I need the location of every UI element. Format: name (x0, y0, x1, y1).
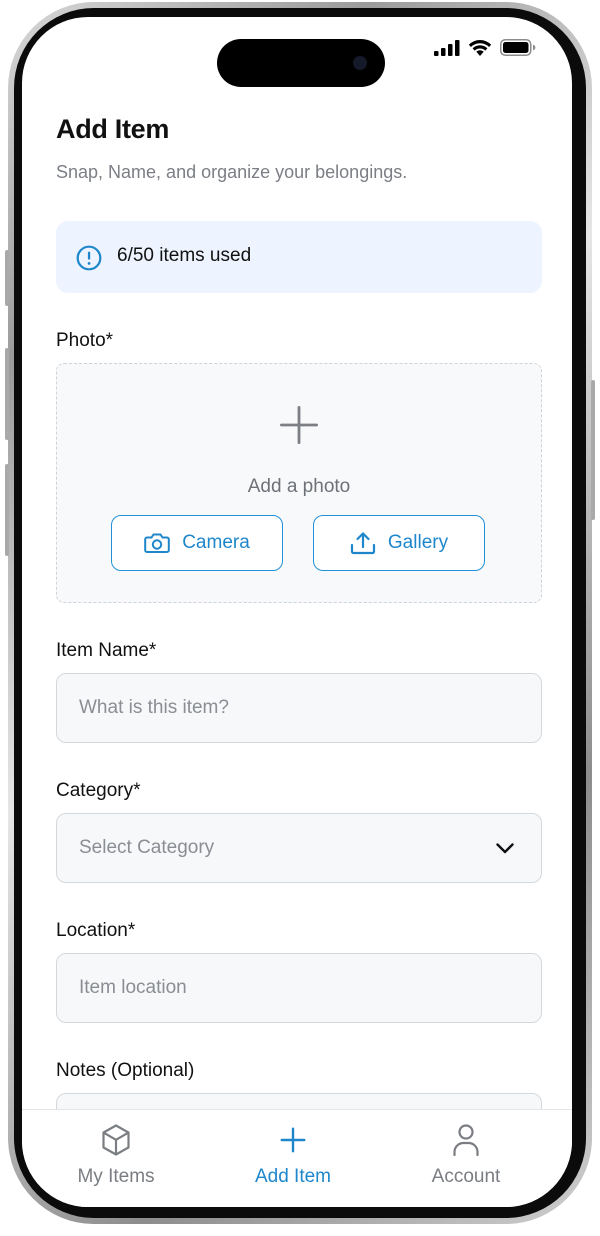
usage-text: 6/50 items used (117, 245, 252, 266)
chevron-down-icon (496, 843, 514, 854)
photo-label: Photo* (56, 330, 114, 351)
tab-my-items[interactable]: My Items (41, 1122, 191, 1188)
status-bar-icons (434, 39, 536, 56)
tab-my-items-label: My Items (77, 1166, 155, 1187)
tab-add-item[interactable]: Add Item (218, 1122, 368, 1188)
item-name-input[interactable]: What is this item? (56, 673, 542, 743)
front-camera (353, 56, 367, 70)
location-placeholder: Item location (79, 977, 187, 998)
upload-icon (350, 532, 376, 555)
power-button (591, 380, 595, 520)
dynamic-island (217, 39, 385, 87)
add-photo-plus-icon (280, 406, 318, 444)
volume-down-button (5, 464, 9, 556)
tab-account-label: Account (431, 1166, 501, 1187)
item-name-label: Item Name* (56, 640, 157, 661)
camera-button-label: Camera (182, 532, 250, 553)
bottom-tab-bar: My Items Add Item Account (22, 1109, 572, 1207)
usage-banner: 6/50 items used (56, 221, 542, 293)
cube-icon (102, 1124, 130, 1156)
category-label: Category* (56, 780, 141, 801)
app-screen: Add Item Snap, Name, and organize your b… (22, 17, 572, 1207)
battery-icon (500, 39, 536, 56)
signal-icon (434, 39, 460, 56)
location-input[interactable]: Item location (56, 953, 542, 1023)
camera-icon (144, 533, 171, 553)
tab-add-item-label: Add Item (254, 1166, 332, 1187)
person-icon (453, 1124, 479, 1157)
page-subtitle: Snap, Name, and organize your belongings… (56, 162, 408, 182)
plus-icon (280, 1127, 306, 1153)
tab-account[interactable]: Account (391, 1122, 541, 1188)
add-photo-hint: Add a photo (247, 476, 351, 497)
gallery-button-label: Gallery (387, 532, 449, 553)
wifi-icon (468, 40, 492, 56)
category-placeholder: Select Category (79, 837, 215, 858)
action-button (5, 250, 9, 306)
photo-upload-area[interactable]: Add a photo Camera Gallery (56, 363, 542, 603)
camera-button[interactable]: Camera (111, 515, 283, 571)
volume-up-button (5, 348, 9, 440)
gallery-button[interactable]: Gallery (313, 515, 485, 571)
notes-label: Notes (Optional) (56, 1060, 195, 1081)
category-select[interactable]: Select Category (56, 813, 542, 883)
page-title: Add Item (56, 114, 170, 144)
item-name-placeholder: What is this item? (79, 697, 229, 718)
info-icon (76, 245, 102, 271)
location-label: Location* (56, 920, 136, 941)
